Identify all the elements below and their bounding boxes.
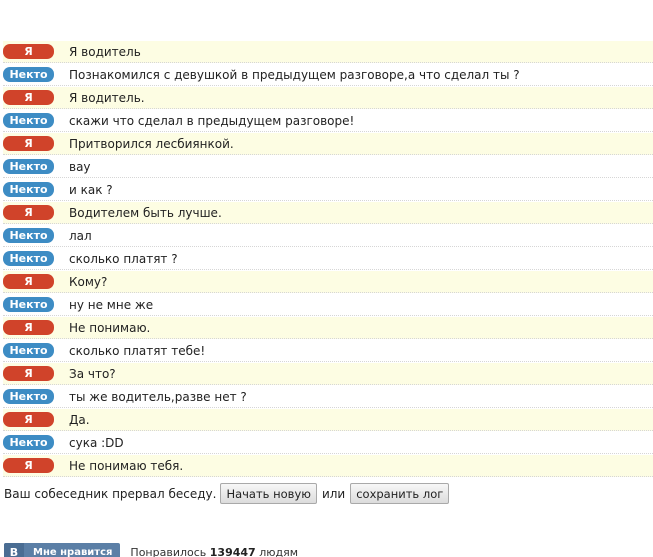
- message-row: Я Я водитель: [3, 41, 653, 63]
- sender-badge-stranger: Некто: [3, 182, 54, 197]
- message-row: Некто Познакомился с девушкой в предыдуще…: [3, 64, 653, 86]
- sender-badge-stranger: Некто: [3, 435, 54, 450]
- vk-count-prefix: Понравилось: [130, 546, 207, 557]
- sender-badge-stranger: Некто: [3, 251, 54, 266]
- new-chat-button[interactable]: Начать новую: [220, 483, 317, 504]
- message-text: сколько платят ?: [69, 251, 178, 266]
- message-text: ты же водитель,разве нет ?: [69, 389, 247, 404]
- message-text: ну не мне же: [69, 297, 154, 312]
- vk-like-widget: B Мне нравится Понравилось 139447 людям: [4, 543, 298, 557]
- message-text: Я водитель.: [69, 90, 145, 105]
- sender-badge-me: Я: [3, 274, 54, 289]
- sender-badge-stranger: Некто: [3, 389, 54, 404]
- sender-badge-me: Я: [3, 205, 54, 220]
- status-line: Ваш собеседник прервал беседу. Начать но…: [4, 483, 450, 504]
- sender-badge-stranger: Некто: [3, 67, 54, 82]
- chat-log: Я Я водитель Некто Познакомился с девушкой …: [3, 41, 653, 478]
- message-text: сука :DD: [69, 435, 124, 450]
- vk-like-label: Мне нравится: [33, 547, 113, 557]
- message-text: и как ?: [69, 182, 113, 197]
- sender-badge-me: Я: [3, 412, 54, 427]
- message-text: сколько платят тебе!: [69, 343, 206, 358]
- vk-like-button[interactable]: B Мне нравится: [4, 543, 121, 557]
- message-row: Некто сколько платят тебе!: [3, 340, 653, 362]
- message-row: Некто ты же водитель,разве нет ?: [3, 386, 653, 408]
- sender-badge-me: Я: [3, 44, 54, 59]
- status-text: Ваш собеседник прервал беседу.: [4, 486, 217, 501]
- sender-badge-me: Я: [3, 90, 54, 105]
- sender-badge-me: Я: [3, 366, 54, 381]
- message-row: Некто скажи что сделал в предыдущем разго…: [3, 110, 653, 132]
- save-log-button[interactable]: сохранить лог: [350, 483, 450, 504]
- vk-count-number: 139447: [209, 546, 256, 557]
- message-text: Познакомился с девушкой в предыдущем раз…: [69, 67, 520, 82]
- message-row: Некто и как ?: [3, 179, 653, 201]
- message-text: Притворился лесбиянкой.: [69, 136, 234, 151]
- sender-badge-me: Я: [3, 320, 54, 335]
- message-row: Некто вау: [3, 156, 653, 178]
- message-row: Некто сука :DD: [3, 432, 653, 454]
- message-row: Я Не понимаю тебя.: [3, 455, 653, 477]
- sender-badge-me: Я: [3, 458, 54, 473]
- message-text: лал: [69, 228, 92, 243]
- message-text: Кому?: [69, 274, 108, 289]
- vk-like-count-text: Понравилось 139447 людям: [130, 543, 298, 557]
- message-text: вау: [69, 159, 91, 174]
- message-row: Я Я водитель.: [3, 87, 653, 109]
- chat-page: Я Я водитель Некто Познакомился с девушкой …: [0, 0, 653, 557]
- vk-logo-icon: B: [4, 543, 24, 557]
- message-row: Я Кому?: [3, 271, 653, 293]
- message-row: Некто лал: [3, 225, 653, 247]
- message-row: Я Не понимаю.: [3, 317, 653, 339]
- sender-badge-stranger: Некто: [3, 159, 54, 174]
- message-row: Я Да.: [3, 409, 653, 431]
- message-row: Я Водителем быть лучше.: [3, 202, 653, 224]
- sender-badge-stranger: Некто: [3, 297, 54, 312]
- or-text: или: [321, 486, 346, 501]
- vk-count-suffix: людям: [259, 546, 299, 557]
- sender-badge-stranger: Некто: [3, 113, 54, 128]
- message-text: Водителем быть лучше.: [69, 205, 222, 220]
- sender-badge-stranger: Некто: [3, 343, 54, 358]
- message-row: Я За что?: [3, 363, 653, 385]
- message-row: Я Притворился лесбиянкой.: [3, 133, 653, 155]
- message-text: Я водитель: [69, 44, 141, 59]
- sender-badge-stranger: Некто: [3, 228, 54, 243]
- message-row: Некто ну не мне же: [3, 294, 653, 316]
- message-text: За что?: [69, 366, 116, 381]
- message-text: Не понимаю тебя.: [69, 458, 184, 473]
- message-text: Да.: [69, 412, 90, 427]
- message-text: Не понимаю.: [69, 320, 151, 335]
- message-text: скажи что сделал в предыдущем разговоре!: [69, 113, 355, 128]
- sender-badge-me: Я: [3, 136, 54, 151]
- message-row: Некто сколько платят ?: [3, 248, 653, 270]
